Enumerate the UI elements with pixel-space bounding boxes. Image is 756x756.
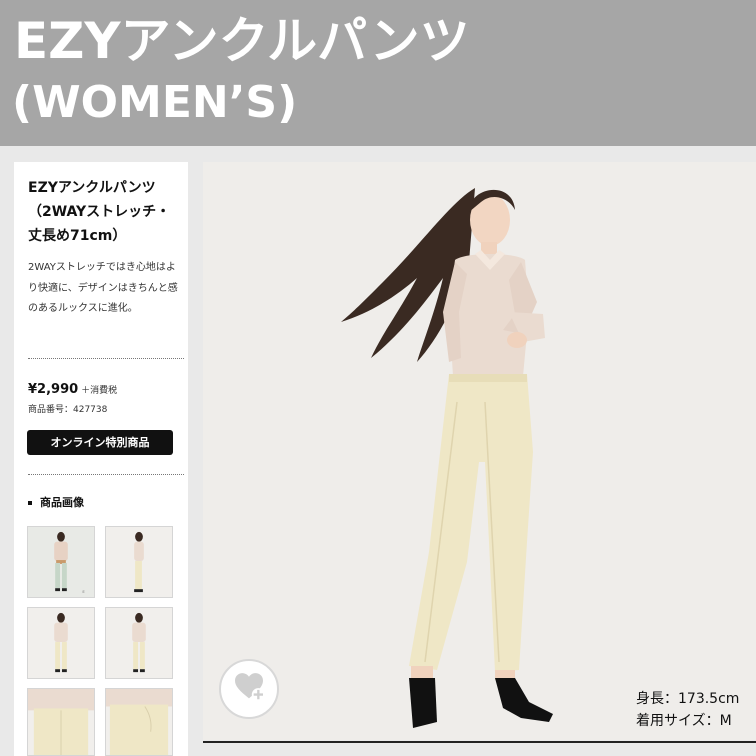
photo-footer-rule [203,741,756,743]
page: EZYアンクルパンツ (WOMEN’S) EZYアンクルパンツ（2WAYストレッ… [0,0,756,756]
banner-title: EZYアンクルパンツ [14,12,470,70]
model-info: 身長：173.5cm 着用サイズ：M [636,688,754,732]
model-thumbnail-image [106,608,172,678]
gallery-heading: 商品画像 [28,494,84,510]
product-title[interactable]: EZYアンクルパンツ（2WAYストレッチ・丈長め71cm） [28,176,178,248]
model-thumbnail-image: E [28,527,94,597]
banner-subtitle: (WOMEN’S) [12,77,298,128]
model-size: 着用サイズ：M [636,713,732,729]
price: ¥2,990 [28,382,79,397]
thumbnail-front-full-2[interactable] [27,607,95,679]
pants-detail-thumbnail-image [28,689,94,755]
thumbnail-detail-waist[interactable] [27,688,95,756]
price-row: ¥2,990 ＋消費税 [28,378,117,397]
product-description: 2WAYストレッチではき心地はより快適に、デザインはきちんと感のあるルックスに進… [28,262,178,314]
product-sidebar: EZYアンクルパンツ（2WAYストレッチ・丈長め71cm） 2WAYストレッチで… [14,162,188,756]
title-banner: EZYアンクルパンツ (WOMEN’S) [0,0,756,146]
thumbnail-front-full-3[interactable] [105,607,173,679]
model-height: 身長：173.5cm [636,691,740,707]
thumbnail-side-full[interactable] [105,526,173,598]
model-photo [203,162,756,740]
model-thumbnail-image [28,608,94,678]
pants-detail-thumbnail-image [106,689,172,755]
tax-note: ＋消費税 [81,386,118,396]
model-thumbnail-image [106,527,172,597]
heart-plus-icon [235,673,265,702]
gallery-heading-label: 商品画像 [40,496,84,509]
thumbnail-detail-pocket[interactable] [105,688,173,756]
add-to-favorites-button[interactable] [219,659,279,719]
bullet-square-icon [28,501,32,505]
divider [28,358,184,359]
main-product-image [203,162,756,740]
divider [28,474,184,475]
thumbnail-front-full[interactable]: E [27,526,95,598]
product-number: 商品番号：427738 [28,405,108,415]
online-exclusive-badge: オンライン特別商品 [27,430,173,455]
